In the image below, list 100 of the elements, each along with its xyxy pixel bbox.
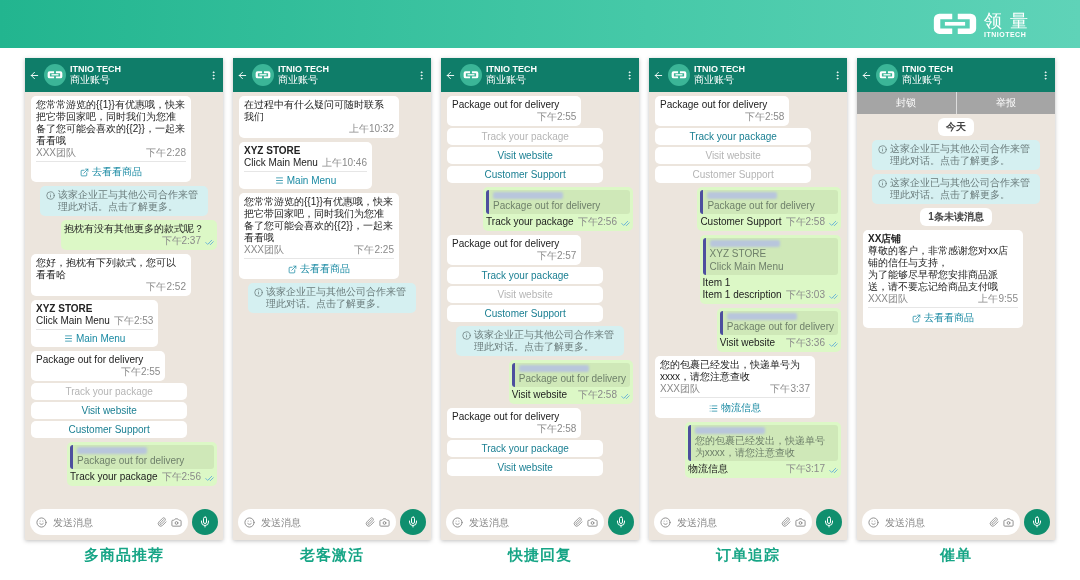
message-time: 下午2:56 [577,216,617,228]
camera-icon[interactable] [587,516,598,528]
message-field[interactable]: 发送消息 [238,509,396,535]
quote-text: Click Main Menu [709,261,785,273]
camera-icon[interactable] [1003,516,1014,528]
message-input[interactable]: 发送消息 [467,515,569,529]
camera-icon[interactable] [379,516,390,528]
message-text: Track your package [486,216,574,228]
menu-button[interactable]: Main Menu [244,171,367,189]
back-icon[interactable] [237,69,248,81]
message-text: Visit website [511,389,568,401]
paperclip-icon[interactable] [157,517,167,527]
message-footer: XXX团队 [36,147,76,159]
message-field[interactable]: 发送消息 [446,509,604,535]
paperclip-icon[interactable] [989,517,999,527]
mic-button[interactable] [192,509,218,535]
message-time: 下午2:25 [354,244,394,256]
back-icon[interactable] [445,69,456,81]
notice-banner[interactable]: 该家企业正与其他公司合作来管理此对话。点击了解更多。 [40,186,208,216]
read-ticks-icon [205,238,214,247]
chat-subtitle: 商业账号 [70,74,111,86]
message-time: 下午2:58 [785,216,825,228]
quick-reply-button[interactable]: Customer Support [447,166,604,183]
quote-text: XYZ STORE [709,248,768,260]
message-text: Click Main Menu [36,315,110,327]
emoji-icon[interactable] [244,516,255,528]
message-time: 上午10:32 [348,123,394,135]
message-title: XYZ STORE [36,303,94,315]
quick-reply-button[interactable]: Visit website [447,459,604,476]
message-input[interactable]: 发送消息 [675,515,777,529]
message-text: 尊敬的客户，非常感谢您对xx店铺的信任与支持， [868,245,1009,269]
message-field[interactable]: 发送消息 [654,509,812,535]
menu-button[interactable]: Main Menu [36,329,154,347]
camera-icon[interactable] [795,516,806,528]
date-chip: 1条未读消息 [920,208,992,226]
notice-text: 该家企业正与其他公司合作来管理此对话。点击了解更多。 [474,329,616,353]
external-link-icon [287,264,297,274]
link-button[interactable]: 去看看商品 [244,258,394,279]
mic-button[interactable] [400,509,426,535]
menu-icon [274,176,284,185]
emoji-icon[interactable] [452,516,463,528]
notice-banner[interactable]: 这家企业已与其他公司合作来管理此对话。点击了解更多。 [872,174,1040,204]
emoji-icon[interactable] [660,516,671,528]
message-title: XX店铺 [868,233,903,245]
back-icon[interactable] [653,69,664,81]
message-text: 您好，抱枕有下列款式，您可以看看哈 [36,257,177,281]
quick-reply-button[interactable]: Track your package [447,267,604,284]
list-button[interactable]: 物流信息 [660,397,810,418]
link-button[interactable]: 去看看商品 [36,161,186,182]
paperclip-icon[interactable] [573,517,583,527]
mic-button[interactable] [816,509,842,535]
message-input[interactable]: 发送消息 [51,515,153,529]
action-bar-button[interactable]: 封锁 [857,92,956,114]
logo-icon [463,70,479,80]
link-button[interactable]: 去看看商品 [868,307,1018,328]
message-text: Package out for delivery [660,99,768,111]
message-field[interactable]: 发送消息 [862,509,1020,535]
message-input[interactable]: 发送消息 [259,515,361,529]
read-ticks-icon [829,219,838,228]
info-icon [46,191,56,200]
mic-icon [199,516,211,528]
message-footer: XXX团队 [660,383,700,395]
mic-button[interactable] [608,509,634,535]
back-icon[interactable] [861,69,872,81]
quick-reply-button[interactable]: Visit website [31,402,188,419]
paperclip-icon[interactable] [781,517,791,527]
quote-text: Package out for delivery [707,200,816,212]
chat-subtitle: 商业账号 [902,74,943,86]
quick-reply-button[interactable]: Customer Support [31,421,188,438]
message-time: 下午3:03 [785,289,825,301]
mic-icon [615,516,627,528]
message-text: 在过程中有什么疑问可随时联系我们 [244,99,385,123]
action-bar-button[interactable]: 举报 [955,92,1055,114]
quick-reply-button[interactable]: Visit website [447,147,604,164]
notice-banner[interactable]: 该家企业正与其他公司合作来管理此对话。点击了解更多。 [248,283,416,313]
message-time: 下午2:57 [536,250,577,262]
message-text: 物流信息 [687,463,728,475]
paperclip-icon[interactable] [365,517,375,527]
quick-reply-button[interactable]: Track your package [447,440,604,457]
notice-banner[interactable]: 这家企业正与其他公司合作来管理此对话。点击了解更多。 [872,140,1040,170]
message-text: Item 1 [702,277,732,289]
back-icon[interactable] [29,69,40,81]
emoji-icon[interactable] [868,516,879,528]
chat-subtitle: 商业账号 [278,74,319,86]
notice-banner[interactable]: 该家企业正与其他公司合作来管理此对话。点击了解更多。 [456,326,624,356]
notice-text: 该家企业正与其他公司合作来管理此对话。点击了解更多。 [266,286,408,310]
message-time: 下午3:37 [770,383,810,395]
quick-reply-button[interactable]: Track your package [655,128,812,145]
read-ticks-icon [829,466,838,475]
list-icon [708,403,718,413]
emoji-icon[interactable] [36,516,47,528]
quick-reply-button[interactable]: Customer Support [447,305,604,322]
phone-caption: 订单追踪 [716,546,780,565]
mic-button[interactable] [1024,509,1050,535]
message-field[interactable]: 发送消息 [30,509,188,535]
brand-name: 领量 [984,10,1036,31]
message-input[interactable]: 发送消息 [883,515,985,529]
chat-name: ITNIO TECH [278,64,330,74]
camera-icon[interactable] [171,516,182,528]
message-footer: XXX团队 [244,244,284,256]
